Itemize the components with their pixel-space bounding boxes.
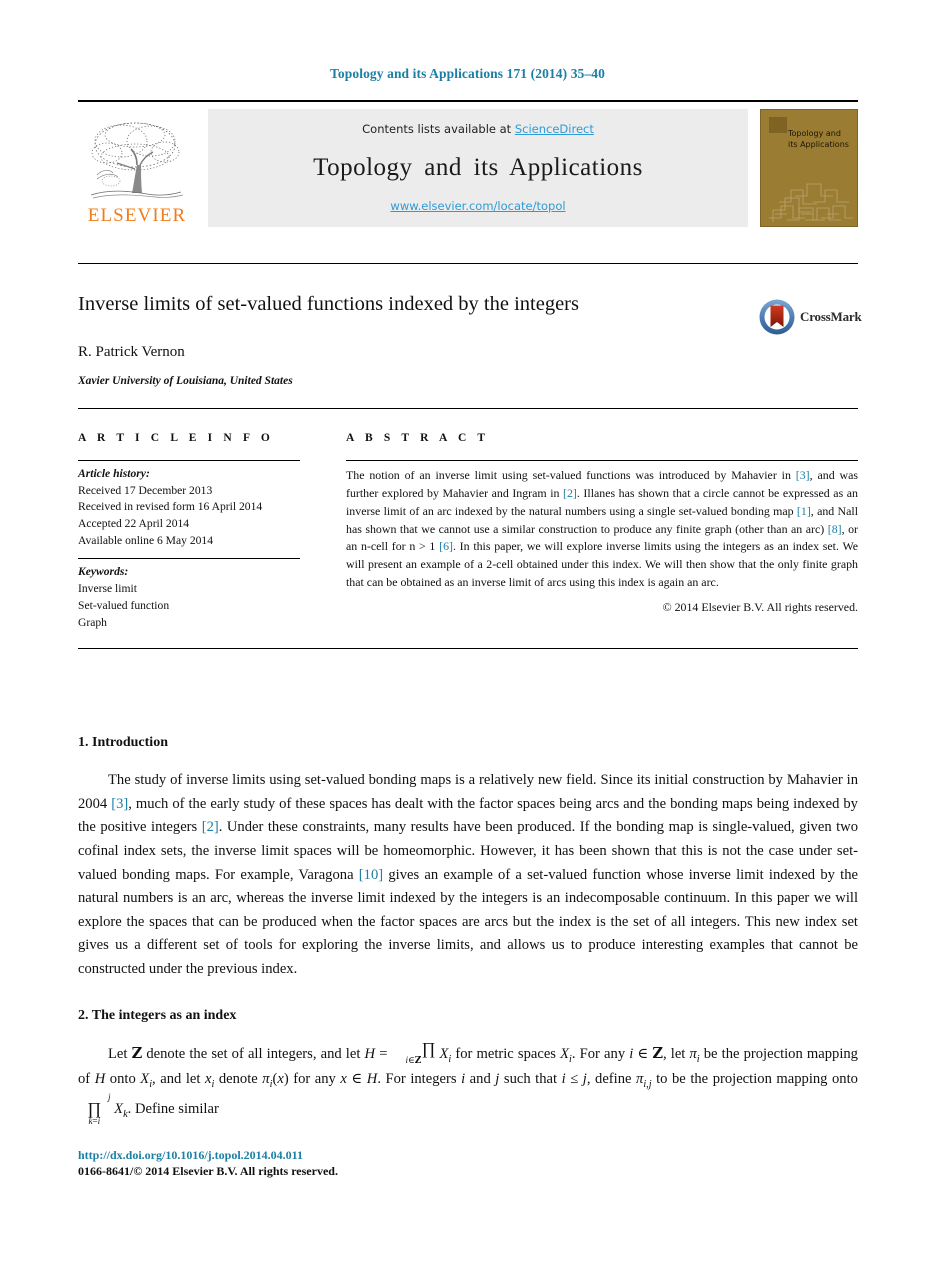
history-item: Available online 6 May 2014 [78, 533, 214, 547]
journal-url-link[interactable]: www.elsevier.com/locate/topol [390, 199, 565, 213]
elsevier-tree-icon [85, 119, 189, 205]
math-paragraph-text: Let Z denote the set of all integers, an… [78, 1038, 858, 1126]
keywords-label: Keywords: [78, 565, 129, 579]
abstract-heading: A B S T R A C T [346, 432, 490, 444]
citation-link[interactable]: [1] [797, 504, 811, 518]
history-item: Accepted 22 April 2014 [78, 517, 190, 531]
journal-title: Topology and its Applications [313, 154, 643, 181]
keyword-item: Graph [78, 615, 107, 629]
article-info-column: Article history: Received 17 December 20… [78, 460, 318, 631]
masthead-center-panel: Contents lists available at ScienceDirec… [208, 109, 748, 227]
citation-link[interactable]: [3] [796, 468, 810, 482]
citation-link[interactable]: [8] [828, 522, 842, 536]
keywords-block: Keywords: Inverse limit Set-valued funct… [78, 564, 318, 631]
title-divider [78, 263, 858, 264]
article-history-label: Article history: [78, 467, 150, 480]
info-rule-b [78, 558, 300, 560]
sciencedirect-link[interactable]: ScienceDirect [515, 122, 594, 136]
crossmark-badge[interactable]: CrossMark [758, 298, 862, 336]
history-item: Received 17 December 2013 [78, 483, 213, 497]
history-item: Received in revised form 16 April 2014 [78, 500, 263, 514]
elsevier-wordmark: ELSEVIER [87, 205, 187, 226]
info-top-divider [78, 408, 858, 409]
integers-paragraph: Let Z denote the set of all integers, an… [78, 1038, 858, 1127]
citation-link[interactable]: [10] [359, 867, 383, 883]
info-rule-a [78, 460, 300, 461]
crossmark-icon [759, 299, 795, 335]
elsevier-logo: ELSEVIER [78, 109, 196, 227]
contents-available-line: Contents lists available at ScienceDirec… [362, 122, 594, 136]
issn-copyright-line: 0166-8641/© 2014 Elsevier B.V. All right… [78, 1164, 338, 1178]
section-heading-introduction: 1. Introduction [78, 735, 168, 750]
cover-title-text: Topology and its Applications [788, 129, 849, 149]
keyword-item: Set-valued function [78, 598, 170, 612]
article-page: Topology and its Applications 171 (2014)… [0, 0, 935, 1266]
intro-paragraph: The study of inverse limits using set-va… [78, 772, 858, 978]
article-info-heading: A R T I C L E I N F O [78, 432, 274, 444]
page-title: Inverse limits of set-valued functions i… [78, 293, 579, 315]
citation-link[interactable]: [2] [563, 486, 577, 500]
keyword-item: Inverse limit [78, 582, 137, 596]
masthead-top-rule [78, 100, 858, 102]
journal-masthead: ELSEVIER Contents lists available at Sci… [78, 100, 858, 227]
cover-elsevier-mini-logo-icon [769, 117, 787, 133]
abstract-text: The notion of an inverse limit using set… [346, 468, 858, 590]
info-abstract-headings: A R T I C L E I N F O A B S T R A C T [78, 432, 858, 444]
citation-link[interactable]: [3] [111, 796, 128, 812]
crossmark-label: CrossMark [800, 309, 862, 324]
contents-prefix: Contents lists available at [362, 122, 515, 136]
abstract-rule [346, 460, 858, 461]
section-heading-integers-index: 2. The integers as an index [78, 1007, 237, 1023]
citation-link[interactable]: [2] [202, 819, 219, 835]
abstract-copyright: © 2014 Elsevier B.V. All rights reserved… [662, 600, 858, 615]
author-name: R. Patrick Vernon [78, 344, 185, 360]
article-history-block: Article history: Received 17 December 20… [78, 466, 318, 549]
journal-cover-thumbnail[interactable]: Topology and its Applications [760, 109, 858, 227]
running-head: Topology and its Applications 171 (2014)… [330, 66, 605, 81]
abstract-column: The notion of an inverse limit using set… [346, 460, 858, 615]
info-bottom-divider [78, 648, 858, 649]
page-footer: http://dx.doi.org/10.1016/j.topol.2014.0… [78, 1148, 858, 1179]
cover-artwork [769, 183, 853, 222]
author-affiliation: Xavier University of Louisiana, United S… [78, 375, 293, 387]
doi-link[interactable]: http://dx.doi.org/10.1016/j.topol.2014.0… [78, 1148, 858, 1163]
article-body: 1. Introduction The study of inverse lim… [78, 735, 858, 1126]
citation-link[interactable]: [6] [439, 539, 453, 553]
